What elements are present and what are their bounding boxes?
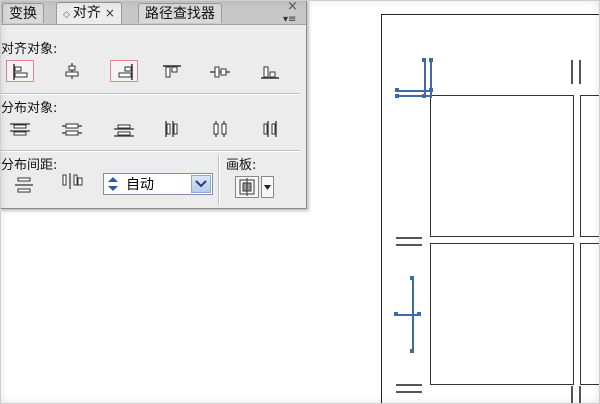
- align-to-artboard-button[interactable]: [235, 176, 259, 198]
- horizontal-align-right-button[interactable]: [110, 60, 138, 82]
- tab-pathfinder[interactable]: 路径查找器: [138, 3, 222, 23]
- align-objects-label: 对齐对象:: [1, 42, 58, 57]
- section-divider: [0, 150, 300, 152]
- crop-mark: [396, 384, 422, 386]
- vertical-align-top-button[interactable]: [158, 60, 186, 82]
- section-divider: [0, 93, 300, 95]
- card-frame-1[interactable]: [430, 95, 574, 237]
- spacing-value[interactable]: 自动: [126, 175, 154, 195]
- horizontal-align-left-icon: [13, 64, 28, 80]
- vertical-align-top-icon: [163, 65, 181, 78]
- close-tab-icon[interactable]: ×: [105, 6, 115, 20]
- horizontal-distribute-left-button[interactable]: [158, 118, 186, 140]
- align-to-artboard-icon: [239, 178, 255, 196]
- horizontal-align-center-icon: [65, 63, 79, 79]
- horizontal-align-center-button[interactable]: [58, 60, 86, 82]
- horizontal-distribute-center-button[interactable]: [206, 118, 234, 140]
- vertical-align-bottom-icon: [261, 66, 279, 79]
- card-frame-3[interactable]: [430, 243, 574, 385]
- horizontal-distribute-right-icon: [263, 121, 277, 137]
- crop-mark: [571, 386, 573, 404]
- card-frame-2[interactable]: [580, 95, 600, 237]
- horizontal-distribute-left-icon: [165, 121, 178, 137]
- align-to-label: 画板:: [226, 158, 257, 173]
- panel-tab-bar: 变换 ◇ 对齐 × 路径查找器 × ▾≡: [0, 0, 306, 25]
- crop-mark: [571, 60, 573, 84]
- horizontal-distribute-right-button[interactable]: [256, 118, 284, 140]
- tab-grip-icon: ◇: [63, 10, 70, 20]
- section-divider: [218, 155, 220, 205]
- vertical-align-center-icon: [210, 66, 230, 78]
- panel-menu-icon[interactable]: ▾≡: [283, 14, 296, 25]
- crop-mark: [579, 60, 581, 84]
- vertical-distribute-center-icon: [62, 123, 82, 136]
- vertical-distribute-space-button[interactable]: [10, 174, 38, 196]
- close-panel-icon[interactable]: ×: [287, 0, 298, 13]
- align-panel: 变换 ◇ 对齐 × 路径查找器 × ▾≡ 对齐对象: 分布对象: 分布间距: 画…: [0, 0, 307, 209]
- tab-label: 变换: [9, 6, 37, 22]
- crop-mark: [396, 244, 422, 246]
- vertical-align-bottom-button[interactable]: [256, 60, 284, 82]
- horizontal-distribute-center-icon: [213, 121, 227, 137]
- vertical-align-center-button[interactable]: [206, 60, 234, 82]
- horizontal-distribute-space-button[interactable]: [58, 170, 86, 192]
- horizontal-align-left-button[interactable]: [6, 60, 34, 82]
- align-to-dropdown[interactable]: [261, 176, 274, 198]
- card-frame-4[interactable]: [580, 243, 600, 385]
- vertical-distribute-center-button[interactable]: [58, 118, 86, 140]
- tab-label: 对齐: [72, 5, 101, 21]
- vertical-distribute-top-icon: [10, 123, 30, 136]
- chevron-down-icon: [195, 180, 207, 188]
- distribute-objects-label: 分布对象:: [1, 101, 58, 116]
- vertical-distribute-bottom-button[interactable]: [110, 118, 138, 140]
- tab-transform[interactable]: 变换: [2, 3, 44, 23]
- crop-mark: [396, 391, 422, 393]
- horizontal-align-right-icon: [118, 64, 133, 80]
- vertical-distribute-space-icon: [15, 177, 33, 193]
- vertical-distribute-top-button[interactable]: [6, 118, 34, 140]
- crop-mark: [579, 386, 581, 404]
- tab-align[interactable]: ◇ 对齐 ×: [56, 2, 122, 24]
- tab-label: 路径查找器: [145, 6, 215, 22]
- vertical-distribute-bottom-icon: [114, 124, 134, 137]
- chevron-down-icon: [264, 185, 271, 190]
- crop-mark: [396, 237, 422, 239]
- stepper-arrows-icon[interactable]: [106, 175, 120, 193]
- spacing-value-stepper[interactable]: 自动: [103, 173, 213, 195]
- distribute-spacing-label: 分布间距:: [1, 158, 58, 173]
- horizontal-distribute-space-icon: [62, 173, 83, 189]
- spacing-dropdown-button[interactable]: [191, 175, 211, 193]
- screenshot: 变换 ◇ 对齐 × 路径查找器 × ▾≡ 对齐对象: 分布对象: 分布间距: 画…: [0, 0, 600, 404]
